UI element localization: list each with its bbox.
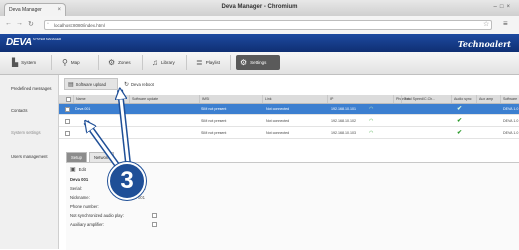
audio-sync-check-icon: ✔ [457, 106, 463, 112]
software-upload-button[interactable]: ▤ Software upload [64, 78, 118, 90]
column-header-name[interactable]: Name [73, 95, 129, 103]
row-imsi: SIM not present [201, 119, 227, 123]
field-phone-label: Phone number: [70, 204, 99, 209]
window-title: Deva Manager - Chromium [221, 4, 298, 10]
row-software: DEVA 1.0 [503, 119, 519, 123]
edit-icon: ▣ [70, 167, 76, 173]
sidebar-item-contacts[interactable]: Contacts [0, 104, 58, 118]
app-logo: DEVASYSTEM MANAGER [6, 37, 62, 48]
url-input[interactable]: localhost:8080/index.html [44, 20, 492, 30]
upload-icon: ▤ [68, 81, 74, 88]
sidebar-item-system-settings[interactable]: System settings [0, 126, 58, 140]
header-checkbox[interactable] [64, 95, 71, 103]
app-header [0, 34, 519, 52]
row-checkbox[interactable] [65, 119, 70, 124]
not-sync-audio-checkbox[interactable] [152, 213, 157, 218]
deva-reboot-button[interactable]: ↻ Deva reboot [121, 78, 167, 90]
brand-logo: Technoalert [457, 39, 511, 49]
toolbar-system-button[interactable]: ▙ System [8, 55, 40, 70]
row-imsi: SIM not present [201, 131, 227, 135]
audio-sync-check-icon: ✔ [457, 130, 463, 136]
row-name [73, 116, 129, 127]
column-header-ip[interactable]: IP [327, 95, 393, 103]
gear-icon: ⚙ [108, 58, 116, 67]
callout-number: 3 [108, 162, 146, 200]
row-link: Not connected [266, 119, 290, 123]
settings-icon: ⚙ [240, 58, 248, 67]
toolbar-settings-button[interactable]: ⚙ Settings [236, 55, 280, 70]
table-row[interactable]: SIM not present Not connected 192.168.10… [59, 116, 519, 127]
tab-setup[interactable]: Setup [66, 152, 87, 162]
table-row[interactable]: SIM not present Not connected 192.168.10… [59, 128, 519, 139]
row-software: DEVA 1.0 [503, 107, 519, 111]
toolbar-separator [51, 55, 52, 70]
column-header-total-speed[interactable]: Total Speed/C.Ch... [401, 95, 451, 103]
toolbar-separator [98, 55, 99, 70]
forward-icon[interactable]: → [16, 20, 23, 27]
edit-button[interactable]: ▣ Edit [70, 166, 86, 173]
map-pin-icon: ⚲ [62, 58, 68, 67]
system-icon: ▙ [12, 58, 19, 67]
toolbar-playlist-button[interactable]: ≣ Playlist [192, 55, 224, 70]
playlist-icon: ≣ [196, 58, 203, 67]
aux-amp-checkbox[interactable] [152, 222, 157, 227]
column-header-imsi[interactable]: IMSI [199, 95, 262, 103]
field-not-sync-audio-label: Not synchronized audio play: [70, 213, 124, 218]
row-checkbox[interactable] [65, 131, 70, 136]
reload-icon[interactable]: ↻ [28, 20, 34, 28]
sidebar-item-predefined-messages[interactable]: Predefined messages [0, 82, 58, 96]
menu-icon[interactable]: ≡ [503, 19, 508, 28]
column-header-software-update[interactable]: Software update [129, 95, 199, 103]
field-nickname-label: Nickname: [70, 195, 90, 200]
field-aux-amp-label: Auxiliary amplifier: [70, 222, 104, 227]
sidebar-item-users-management[interactable]: Users management [0, 150, 58, 164]
window-controls[interactable]: –□× [494, 4, 513, 10]
close-window-icon[interactable]: × [506, 4, 513, 10]
field-serial-label: Serial: [70, 186, 82, 191]
row-name: Deva 001 [75, 107, 91, 111]
column-header-audio-sync[interactable]: Audio sync [451, 95, 476, 103]
row-imsi: SIM not present [201, 107, 227, 111]
toolbar-library-button[interactable]: ♫ Library [148, 55, 179, 70]
toolbar-separator [230, 55, 231, 70]
row-software: DEVA 1.0 [503, 131, 519, 135]
row-link: Not connected [266, 107, 290, 111]
toolbar-separator [186, 55, 187, 70]
audio-sync-check-icon: ✔ [457, 118, 463, 124]
wifi-icon: ◠ [369, 130, 374, 136]
toolbar-map-button[interactable]: ⚲ Map [58, 55, 84, 70]
reboot-icon: ↻ [124, 81, 130, 88]
toolbar-separator [142, 55, 143, 70]
row-link: Not connected [266, 131, 290, 135]
detail-title: Deva 001 [70, 177, 89, 182]
page-icon: ▫ [47, 21, 49, 27]
toolbar-zones-button[interactable]: ⚙ Zones [104, 55, 135, 70]
music-note-icon: ♫ [152, 58, 158, 67]
row-checkbox[interactable] [65, 107, 70, 112]
back-icon[interactable]: ← [5, 20, 12, 27]
wifi-icon: ◠ [369, 106, 374, 112]
detail-tabs: Setup Network [66, 152, 115, 162]
star-icon[interactable]: ☆ [483, 20, 489, 28]
wifi-icon: ◠ [369, 118, 374, 124]
tab-network[interactable]: Network [88, 152, 115, 162]
column-header-software[interactable]: Software [500, 95, 519, 103]
table-row[interactable]: Deva 001 SIM not present Not connected 1… [59, 104, 519, 115]
column-header-aux-amp[interactable]: Aux amp [476, 95, 500, 103]
row-name [73, 128, 129, 139]
column-header-link[interactable]: Link [262, 95, 327, 103]
